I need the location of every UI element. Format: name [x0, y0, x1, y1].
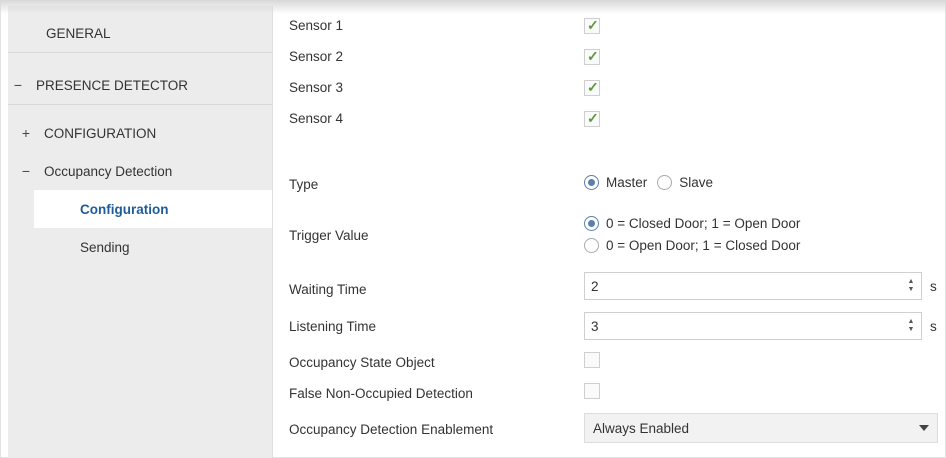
enablement-select[interactable]: Always Enabled	[584, 413, 938, 443]
sidebar-item-label: GENERAL	[46, 25, 111, 41]
sensor-2-label: Sensor 2	[289, 49, 344, 64]
trigger-value-label: Trigger Value	[289, 228, 369, 243]
sidebar-item-label: PRESENCE DETECTOR	[36, 77, 189, 93]
occupancy-state-checkbox[interactable]	[584, 352, 600, 368]
checkmark-icon: ✓	[587, 110, 599, 126]
sensor-2-checkbox[interactable]: ✓	[584, 48, 600, 65]
spinner-icon[interactable]: ▲ ▼	[907, 278, 915, 294]
checkmark-icon: ✓	[587, 48, 599, 64]
enablement-value: Always Enabled	[593, 421, 690, 436]
trigger-option-1-radio[interactable]	[584, 216, 599, 231]
type-slave-radio[interactable]	[657, 175, 673, 190]
spinner-icon[interactable]: ▲ ▼	[907, 318, 915, 334]
sensor-4-checkbox[interactable]: ✓	[584, 110, 600, 127]
trigger-option-2-label[interactable]: 0 = Open Door; 1 = Closed Door	[606, 238, 800, 253]
sidebar-item-general[interactable]: GENERAL	[8, 14, 272, 53]
checkmark-icon: ✓	[587, 17, 599, 33]
false-non-occupied-label: False Non-Occupied Detection	[289, 386, 473, 401]
enablement-label: Occupancy Detection Enablement	[289, 422, 494, 437]
sidebar-item-presence-detector[interactable]: − PRESENCE DETECTOR	[8, 66, 272, 105]
sidebar-item-occupancy-detection[interactable]: − Occupancy Detection	[8, 152, 272, 190]
checkmark-icon: ✓	[587, 79, 599, 95]
collapse-icon[interactable]: −	[16, 163, 36, 179]
trigger-option-2: 0 = Open Door; 1 = Closed Door	[584, 238, 800, 253]
trigger-option-1: 0 = Closed Door; 1 = Open Door	[584, 216, 800, 231]
sensor-3-checkbox[interactable]: ✓	[584, 79, 600, 96]
sidebar-item-label: Sending	[80, 239, 130, 255]
false-non-occupied-checkbox[interactable]	[584, 383, 600, 399]
type-master-label[interactable]: Master	[606, 175, 647, 190]
listening-time-label: Listening Time	[289, 319, 377, 334]
type-master-radio[interactable]	[584, 175, 599, 190]
waiting-time-input[interactable]: 2 ▲ ▼	[584, 272, 922, 300]
sensor-1-label: Sensor 1	[289, 18, 344, 33]
type-radio-group: Master Slave	[584, 175, 713, 190]
trigger-option-2-radio[interactable]	[584, 238, 599, 253]
collapse-icon[interactable]: −	[8, 77, 28, 93]
sensor-1-checkbox[interactable]: ✓	[584, 17, 600, 34]
sidebar-item-configuration[interactable]: + CONFIGURATION	[8, 114, 272, 152]
sidebar-item-occupancy-configuration[interactable]: Configuration	[34, 190, 272, 228]
waiting-time-value: 2	[591, 279, 599, 294]
sidebar-item-sending[interactable]: Sending	[8, 228, 272, 266]
waiting-time-unit: s	[930, 279, 937, 294]
parameters-panel: Sensor 1 ✓ Sensor 2 ✓ Sensor 3 ✓ Sensor …	[272, 0, 946, 458]
expand-icon[interactable]: +	[16, 125, 36, 141]
sidebar-item-label: CONFIGURATION	[44, 125, 157, 141]
listening-time-input[interactable]: 3 ▲ ▼	[584, 312, 922, 340]
sensor-3-label: Sensor 3	[289, 80, 344, 95]
type-label: Type	[289, 177, 319, 192]
occupancy-state-label: Occupancy State Object	[289, 355, 435, 370]
listening-time-unit: s	[930, 319, 937, 334]
trigger-option-1-label[interactable]: 0 = Closed Door; 1 = Open Door	[606, 216, 800, 231]
sidebar-item-label: Occupancy Detection	[44, 163, 173, 179]
sidebar-item-label: Configuration	[80, 201, 169, 217]
chevron-down-icon[interactable]	[919, 425, 929, 431]
type-slave-label[interactable]: Slave	[679, 175, 713, 190]
listening-time-value: 3	[591, 319, 599, 334]
sensor-4-label: Sensor 4	[289, 111, 344, 126]
sidebar: GENERAL − PRESENCE DETECTOR + CONFIGURAT…	[8, 6, 273, 458]
waiting-time-label: Waiting Time	[289, 282, 367, 297]
